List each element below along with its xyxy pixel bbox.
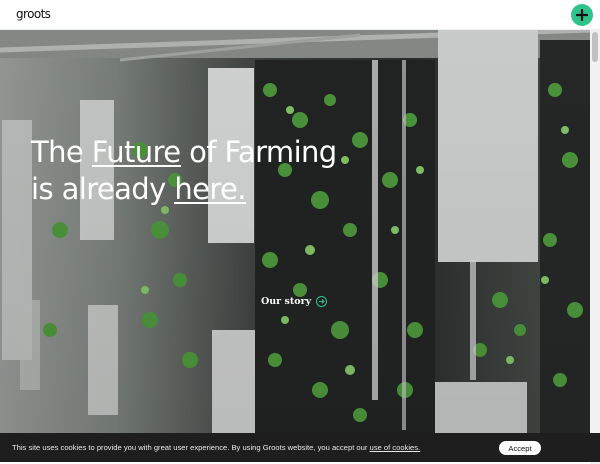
accept-cookies-button[interactable]: Accept (499, 441, 541, 455)
hero-headline: The Future of Farming is already here. (31, 134, 337, 208)
headline-text: is already (31, 172, 175, 206)
cookie-policy-link[interactable]: use of cookies. (370, 443, 421, 452)
our-story-link[interactable]: Our story (261, 296, 328, 307)
scrollbar-thumb[interactable] (592, 32, 598, 62)
headline-text: The (31, 135, 92, 169)
cookie-message-text: This site uses cookies to provide you wi… (12, 443, 370, 452)
page-scrollbar[interactable] (590, 30, 600, 464)
plus-icon (576, 9, 588, 21)
future-link[interactable]: Future (92, 135, 181, 169)
arrow-right-circle-icon (316, 296, 328, 307)
cookie-message: This site uses cookies to provide you wi… (12, 443, 420, 452)
here-link[interactable]: here. (174, 172, 246, 206)
cookie-banner: This site uses cookies to provide you wi… (0, 433, 600, 462)
hero-section: The Future of Farming is already here. O… (0, 30, 590, 433)
add-button[interactable] (571, 4, 593, 26)
hero-overlay (0, 30, 590, 433)
site-header: groots (0, 0, 600, 30)
headline-line-2: is already here. (31, 171, 337, 208)
headline-line-1: The Future of Farming (31, 134, 337, 171)
headline-text: of Farming (180, 135, 337, 169)
our-story-label: Our story (261, 296, 312, 307)
site-logo[interactable]: groots (16, 7, 51, 21)
